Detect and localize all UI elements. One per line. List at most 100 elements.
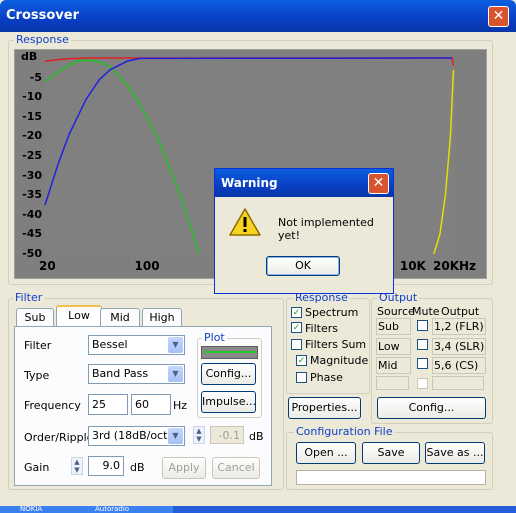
filters-label: Filters: [305, 322, 338, 335]
x-tick-label: 20: [39, 259, 56, 273]
magnitude-label: Magnitude: [310, 354, 369, 367]
filter-select-value: Bessel: [92, 338, 128, 351]
output-source-sub: Sub: [378, 320, 399, 333]
x-tick-label: 10K: [399, 259, 426, 273]
tab-mid[interactable]: Mid: [100, 308, 140, 327]
save-as-button[interactable]: Save as ...: [425, 442, 485, 464]
mute-low-checkbox[interactable]: [417, 339, 428, 350]
output-source-mid: Mid: [378, 359, 398, 372]
y-tick-label: -25: [22, 149, 42, 162]
filters-sum-checkbox[interactable]: [291, 339, 302, 350]
spectrum-label: Spectrum: [305, 306, 359, 319]
output-row-output[interactable]: 3,4 (SLR): [432, 338, 486, 355]
phase-label: Phase: [310, 371, 343, 384]
ripple-input[interactable]: -0.1: [210, 426, 244, 444]
tab-low[interactable]: Low: [56, 305, 102, 327]
gain-label: Gain: [24, 461, 50, 474]
tab-high[interactable]: High: [142, 308, 182, 327]
mute-sub-checkbox[interactable]: [417, 320, 428, 331]
y-tick-label: -20: [22, 129, 42, 143]
taskbar: NOKIA Autoradio: [0, 506, 516, 513]
type-label: Type: [24, 369, 50, 382]
magnitude-checkbox[interactable]: ✓: [296, 355, 307, 366]
open-button[interactable]: Open ...: [296, 442, 356, 464]
output-header-output: Output: [441, 305, 480, 318]
output-value-sub: 1,2 (FLR): [434, 320, 484, 333]
order-select-value: 3rd (18dB/oct): [92, 429, 172, 442]
ripple-unit: dB: [249, 430, 264, 443]
type-select[interactable]: Band Pass ▼: [88, 364, 185, 384]
y-tick-label: -10: [22, 90, 42, 104]
taskbar-item-nokia[interactable]: NOKIA: [0, 506, 78, 513]
plot-config-button[interactable]: Config...: [201, 363, 256, 385]
spectrum-checkbox[interactable]: ✓: [291, 307, 302, 318]
output-row-output[interactable]: 1,2 (FLR): [432, 318, 486, 335]
gain-input[interactable]: 9.0: [88, 456, 124, 476]
progress-bar: [296, 470, 486, 485]
frequency-unit: Hz: [173, 399, 188, 412]
output-row-output[interactable]: 5,6 (CS): [432, 357, 486, 374]
frequency-low-input[interactable]: 25: [88, 394, 128, 415]
y-tick-label: -45: [22, 227, 42, 241]
dialog-title: Warning: [221, 176, 278, 190]
filters-sum-label: Filters Sum: [305, 338, 367, 351]
taskbar-item-autoradio[interactable]: Autoradio: [75, 506, 173, 513]
gain-spinner[interactable]: ▲ ▼: [71, 457, 83, 475]
filter-select[interactable]: Bessel ▼: [88, 335, 185, 355]
phase-checkbox[interactable]: [296, 372, 307, 383]
order-ripple-label: Order/Ripple: [24, 431, 94, 444]
title-bar[interactable]: Crossover ✕: [0, 0, 516, 32]
properties-button[interactable]: Properties...: [288, 397, 361, 419]
y-tick-label: -30: [22, 168, 42, 182]
order-select[interactable]: 3rd (18dB/oct) ▼: [88, 426, 185, 446]
y-axis-label: dB: [21, 50, 38, 63]
output-value-low: 3,4 (SLR): [434, 340, 485, 353]
dialog-title-bar[interactable]: Warning ✕: [215, 169, 393, 197]
close-icon[interactable]: ✕: [488, 6, 509, 27]
output-row-source: Mid: [376, 357, 411, 374]
y-tick-label: -15: [22, 109, 42, 123]
output-source-low: Low: [378, 340, 400, 353]
output-header-source: Source: [377, 305, 415, 318]
output-row-source-empty: [376, 376, 409, 390]
save-button[interactable]: Save: [362, 442, 420, 464]
mute-mid-checkbox[interactable]: [417, 358, 428, 369]
config-file-label: Configuration File: [294, 425, 395, 438]
chevron-down-icon: ▼: [168, 428, 183, 444]
ok-button[interactable]: OK: [266, 256, 340, 276]
output-row-source: Sub: [376, 318, 411, 335]
output-row-source: Low: [376, 338, 411, 355]
cancel-button[interactable]: Cancel: [212, 457, 260, 479]
type-select-value: Band Pass: [92, 367, 149, 380]
dialog-close-icon[interactable]: ✕: [368, 173, 389, 194]
x-tick-label: 20KHz: [433, 259, 477, 273]
warning-icon: [229, 208, 261, 236]
frequency-label: Frequency: [24, 399, 81, 412]
ripple-spinner[interactable]: ▲ ▼: [193, 426, 205, 444]
y-tick-label: -35: [22, 188, 42, 202]
y-tick-label: -5: [29, 70, 42, 84]
response-chart-label: Response: [14, 33, 71, 46]
filters-checkbox[interactable]: ✓: [291, 322, 302, 333]
plot-swatch-line: [204, 351, 255, 353]
frequency-high-input[interactable]: 60: [131, 394, 171, 415]
filter-group-label: Filter: [13, 291, 45, 304]
plot-group-label: Plot: [202, 331, 227, 344]
chevron-down-icon: ▼: [168, 337, 183, 353]
tab-sub[interactable]: Sub: [16, 308, 54, 327]
y-tick-label: -40: [22, 207, 42, 221]
output-value-mid: 5,6 (CS): [434, 359, 479, 372]
filter-label: Filter: [24, 339, 52, 352]
window-title: Crossover: [6, 8, 79, 23]
dialog-message: Not implemented yet!: [278, 216, 374, 242]
impulse-button[interactable]: Impulse...: [201, 391, 256, 413]
mute-empty-checkbox: [417, 378, 428, 389]
output-row-output-empty: [432, 376, 484, 390]
warning-dialog: Warning ✕ Not implemented yet! OK: [214, 168, 394, 294]
chevron-down-icon: ▼: [168, 366, 183, 382]
output-header-mute: Mute: [412, 305, 440, 318]
plot-color-swatch[interactable]: [201, 346, 258, 359]
y-tick-label: -50: [22, 247, 42, 260]
output-config-button[interactable]: Config...: [377, 397, 486, 419]
apply-button[interactable]: Apply: [162, 457, 206, 479]
